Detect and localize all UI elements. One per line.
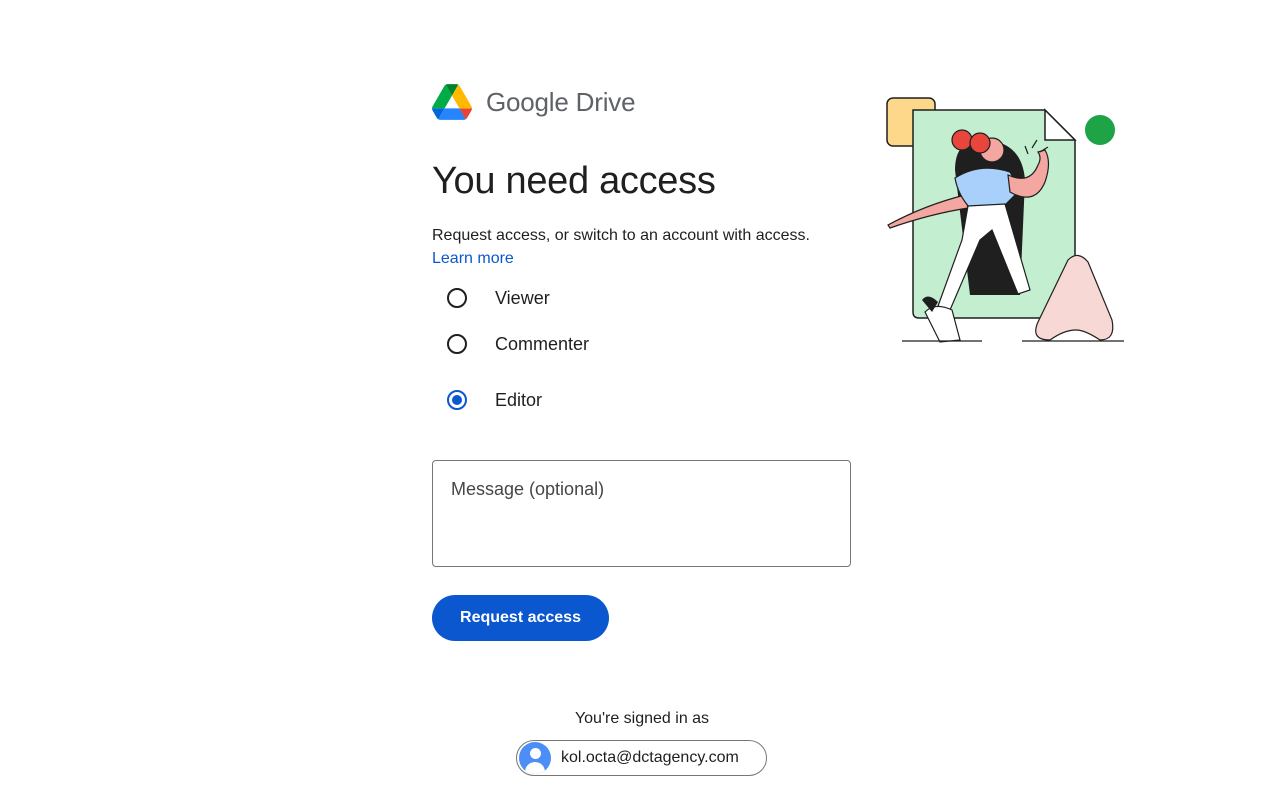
description-text: Request access, or switch to an account … xyxy=(432,227,810,244)
brand-name: Google Drive xyxy=(486,86,636,117)
access-illustration xyxy=(886,97,1124,343)
green-circle-shape xyxy=(1085,115,1115,145)
role-option-commenter[interactable]: Commenter xyxy=(447,316,589,372)
editor-label: Editor xyxy=(495,389,543,410)
role-option-viewer[interactable]: Viewer xyxy=(447,280,589,316)
hair-bun-2 xyxy=(969,132,991,154)
signed-in-label: You're signed in as xyxy=(574,710,710,727)
drive-logo-row: Google Drive xyxy=(432,83,636,121)
viewer-radio[interactable] xyxy=(447,288,467,308)
request-access-button[interactable]: Request access xyxy=(432,595,609,641)
learn-more-link[interactable]: Learn more xyxy=(432,250,514,267)
editor-radio[interactable] xyxy=(447,390,467,410)
commenter-radio[interactable] xyxy=(447,334,467,354)
google-drive-logo-icon xyxy=(432,84,472,120)
account-chip[interactable]: kol.octa@dctagency.com xyxy=(516,740,767,776)
message-input[interactable] xyxy=(432,460,851,567)
page-title: You need access xyxy=(432,160,716,202)
commenter-label: Commenter xyxy=(495,333,590,354)
person-icon xyxy=(519,742,551,774)
access-request-page: Google Drive You need access Request acc… xyxy=(0,0,1280,795)
access-description: Request access, or switch to an account … xyxy=(432,224,810,270)
account-email: kol.octa@dctagency.com xyxy=(561,749,739,766)
viewer-label: Viewer xyxy=(495,287,550,308)
role-radio-group: Viewer Commenter Editor xyxy=(447,280,589,428)
radio-selected-dot xyxy=(452,395,462,405)
role-option-editor[interactable]: Editor xyxy=(447,372,589,428)
document-fold xyxy=(1044,108,1077,141)
hair-bun-1 xyxy=(951,129,973,151)
